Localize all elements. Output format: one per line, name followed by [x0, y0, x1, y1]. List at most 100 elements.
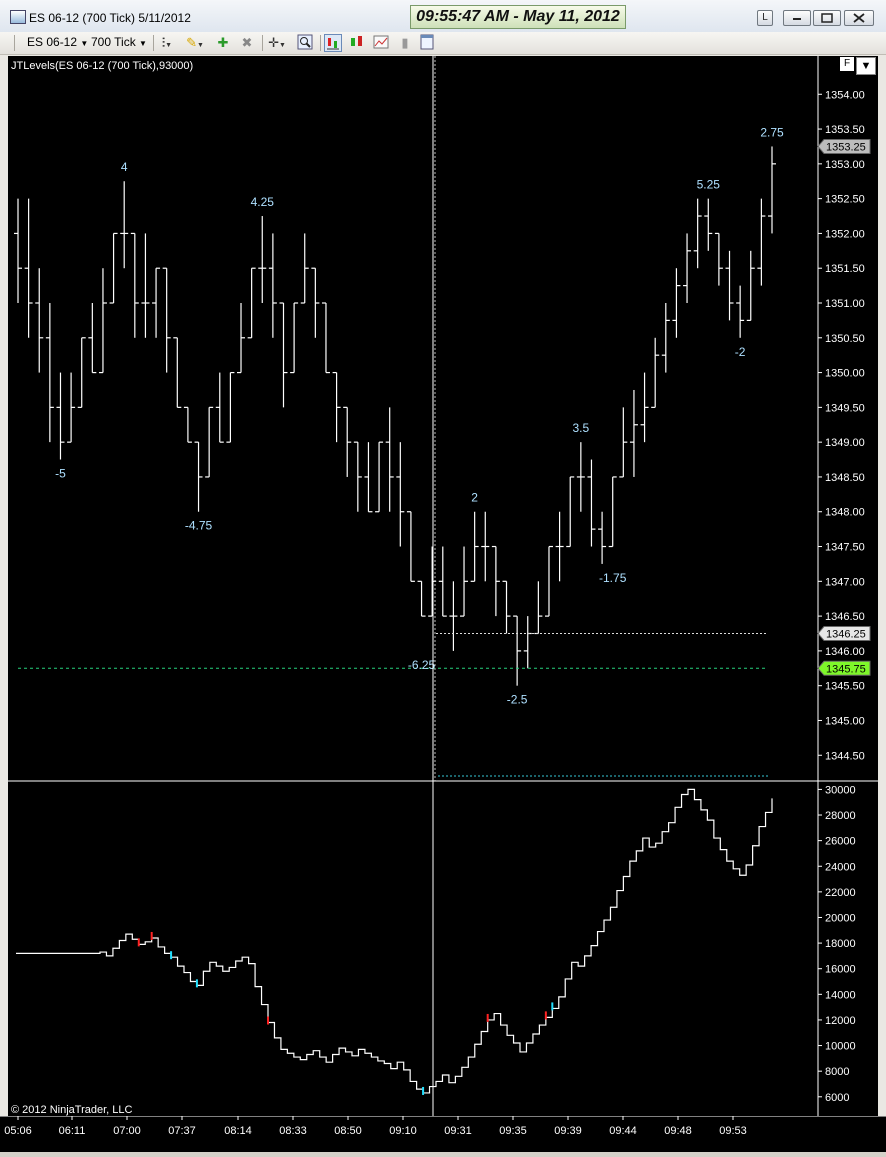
ohlc-bar — [672, 268, 681, 338]
toolbar-separator — [320, 35, 321, 51]
window-properties-button[interactable] — [418, 34, 436, 52]
time-tick-label: 07:00 — [113, 1125, 141, 1137]
swing-level-label: 2 — [471, 491, 478, 505]
price-tick-label: 1348.00 — [825, 507, 865, 519]
toolbar-separator — [153, 35, 154, 51]
add-indicator-button[interactable]: ✚ — [214, 34, 232, 52]
swing-level-label: -2.5 — [507, 693, 528, 707]
time-tick-label: 06:11 — [59, 1125, 86, 1137]
ohlc-bar — [491, 545, 500, 617]
ohlc-bar — [56, 372, 65, 460]
ohlc-bar — [226, 371, 235, 443]
ohlc-bar — [481, 511, 490, 582]
indicator-tick-label: 14000 — [825, 989, 856, 1001]
ohlc-bar — [640, 372, 649, 443]
indicator-label: JTLevels(ES 06-12 (700 Tick),93000) — [11, 60, 194, 72]
instrument-selector[interactable]: ES 06-12 ▼ — [27, 35, 88, 49]
indicators-icon — [327, 38, 339, 50]
ohlc-bar — [502, 580, 511, 634]
maximize-button[interactable] — [813, 10, 841, 26]
zoom-button[interactable] — [296, 34, 314, 52]
toolbar-separator — [262, 35, 263, 51]
ohlc-bar — [215, 372, 224, 443]
data-box-button[interactable] — [372, 34, 390, 52]
price-tick-label: 1351.50 — [825, 263, 865, 275]
copyright-text: © 2012 NinjaTrader, LLC — [11, 1104, 133, 1116]
strategies-icon — [351, 36, 362, 46]
ohlc-bar — [152, 267, 161, 338]
remove-drawing-button[interactable]: ✖ — [238, 34, 256, 52]
ohlc-bar — [587, 459, 596, 547]
price-tick-label: 1348.50 — [825, 472, 865, 484]
close-button[interactable] — [844, 10, 874, 26]
ohlc-bar — [417, 580, 426, 617]
ohlc-bar — [205, 406, 214, 478]
clock-display: 09:55:47 AM - May 11, 2012 — [410, 5, 626, 29]
drawing-tools-button[interactable]: ✎▼ — [186, 34, 204, 52]
ohlc-bar — [523, 616, 532, 669]
ohlc-bar — [311, 267, 320, 338]
ohlc-bar — [77, 337, 86, 408]
f-button[interactable]: F — [840, 57, 854, 71]
strategies-button[interactable] — [348, 34, 366, 52]
ohlc-bar — [385, 407, 394, 512]
ohlc-bar — [237, 303, 246, 374]
ohlc-bar — [683, 233, 692, 304]
minimize-button[interactable] — [783, 10, 811, 26]
ohlc-bar — [173, 337, 182, 408]
ohlc-bar — [343, 406, 352, 477]
time-tick-label: 09:35 — [499, 1125, 527, 1137]
ohlc-bar — [693, 198, 702, 269]
period-label: 700 Tick — [91, 35, 136, 49]
indicators-button[interactable] — [324, 34, 342, 52]
bar-type-button[interactable]: ⫶▼ — [158, 34, 176, 52]
indicator-tick-label: 24000 — [825, 861, 856, 873]
price-marker-label: 1345.75 — [817, 660, 871, 676]
ohlc-bar — [364, 442, 373, 513]
ohlc-bar — [162, 267, 171, 373]
chart-properties-icon — [373, 35, 389, 49]
indicator-tick-label: 16000 — [825, 964, 856, 976]
swing-level-label: -6.25 — [408, 658, 436, 672]
time-axis: 05:06 06:11 07:00 07:37 08:14 08:33 08:50 09:10… — [0, 1115, 886, 1152]
template-button[interactable]: ▮ — [396, 34, 414, 52]
chart-window: ES 06-12 (700 Tick) 5/11/2012 09:55:47 A… — [0, 0, 886, 1152]
ohlc-bar — [45, 303, 54, 443]
ohlc-bar — [555, 511, 564, 582]
panel-dropdown-button[interactable]: ▼ — [856, 57, 876, 75]
swing-level-label: 3.5 — [573, 421, 590, 435]
swing-level-label: 4.25 — [251, 195, 275, 209]
chart-area[interactable]: 1354.00 1353.50 1353.00 1352.50 1352.00 1351.… — [8, 56, 878, 1141]
ohlc-bar — [247, 267, 256, 339]
ohlc-bar — [321, 302, 330, 374]
time-tick-label: 07:37 — [168, 1125, 196, 1137]
ohlc-bar — [300, 233, 309, 304]
ohlc-bar — [396, 442, 405, 547]
link-button[interactable]: L — [757, 10, 773, 26]
indicator-tick-label: 6000 — [825, 1092, 849, 1104]
ohlc-bar — [619, 407, 628, 478]
price-marker-label: 1346.25 — [817, 625, 871, 641]
price-tick-label: 1347.00 — [825, 576, 865, 588]
indicator-tick-label: 12000 — [825, 1015, 856, 1027]
crosshair-button[interactable]: ✛▼ — [268, 34, 286, 52]
swing-level-label: -5 — [55, 467, 66, 481]
ohlc-bar — [746, 250, 755, 321]
ohlc-bar — [704, 198, 713, 251]
indicator-tick-label: 30000 — [825, 784, 856, 796]
price-tick-label: 1344.50 — [825, 750, 865, 762]
svg-text:1345.75: 1345.75 — [826, 663, 866, 675]
ohlc-bar — [566, 476, 575, 548]
price-tick-label: 1354.00 — [825, 89, 865, 101]
ohlc-bar — [406, 511, 415, 582]
period-selector[interactable]: 700 Tick ▼ — [91, 35, 147, 49]
price-tick-label: 1350.00 — [825, 368, 865, 380]
time-tick-label: 09:44 — [609, 1125, 637, 1137]
window-icon — [420, 34, 434, 50]
ohlc-bar — [88, 303, 97, 374]
ohlc-bar — [714, 232, 723, 286]
chart-canvas[interactable]: 1354.00 1353.50 1353.00 1352.50 1352.00 1351.… — [8, 56, 878, 1141]
time-tick-label: 09:48 — [664, 1125, 692, 1137]
pin-icon: ✖ — [241, 35, 253, 50]
svg-text:1353.25: 1353.25 — [826, 141, 866, 153]
